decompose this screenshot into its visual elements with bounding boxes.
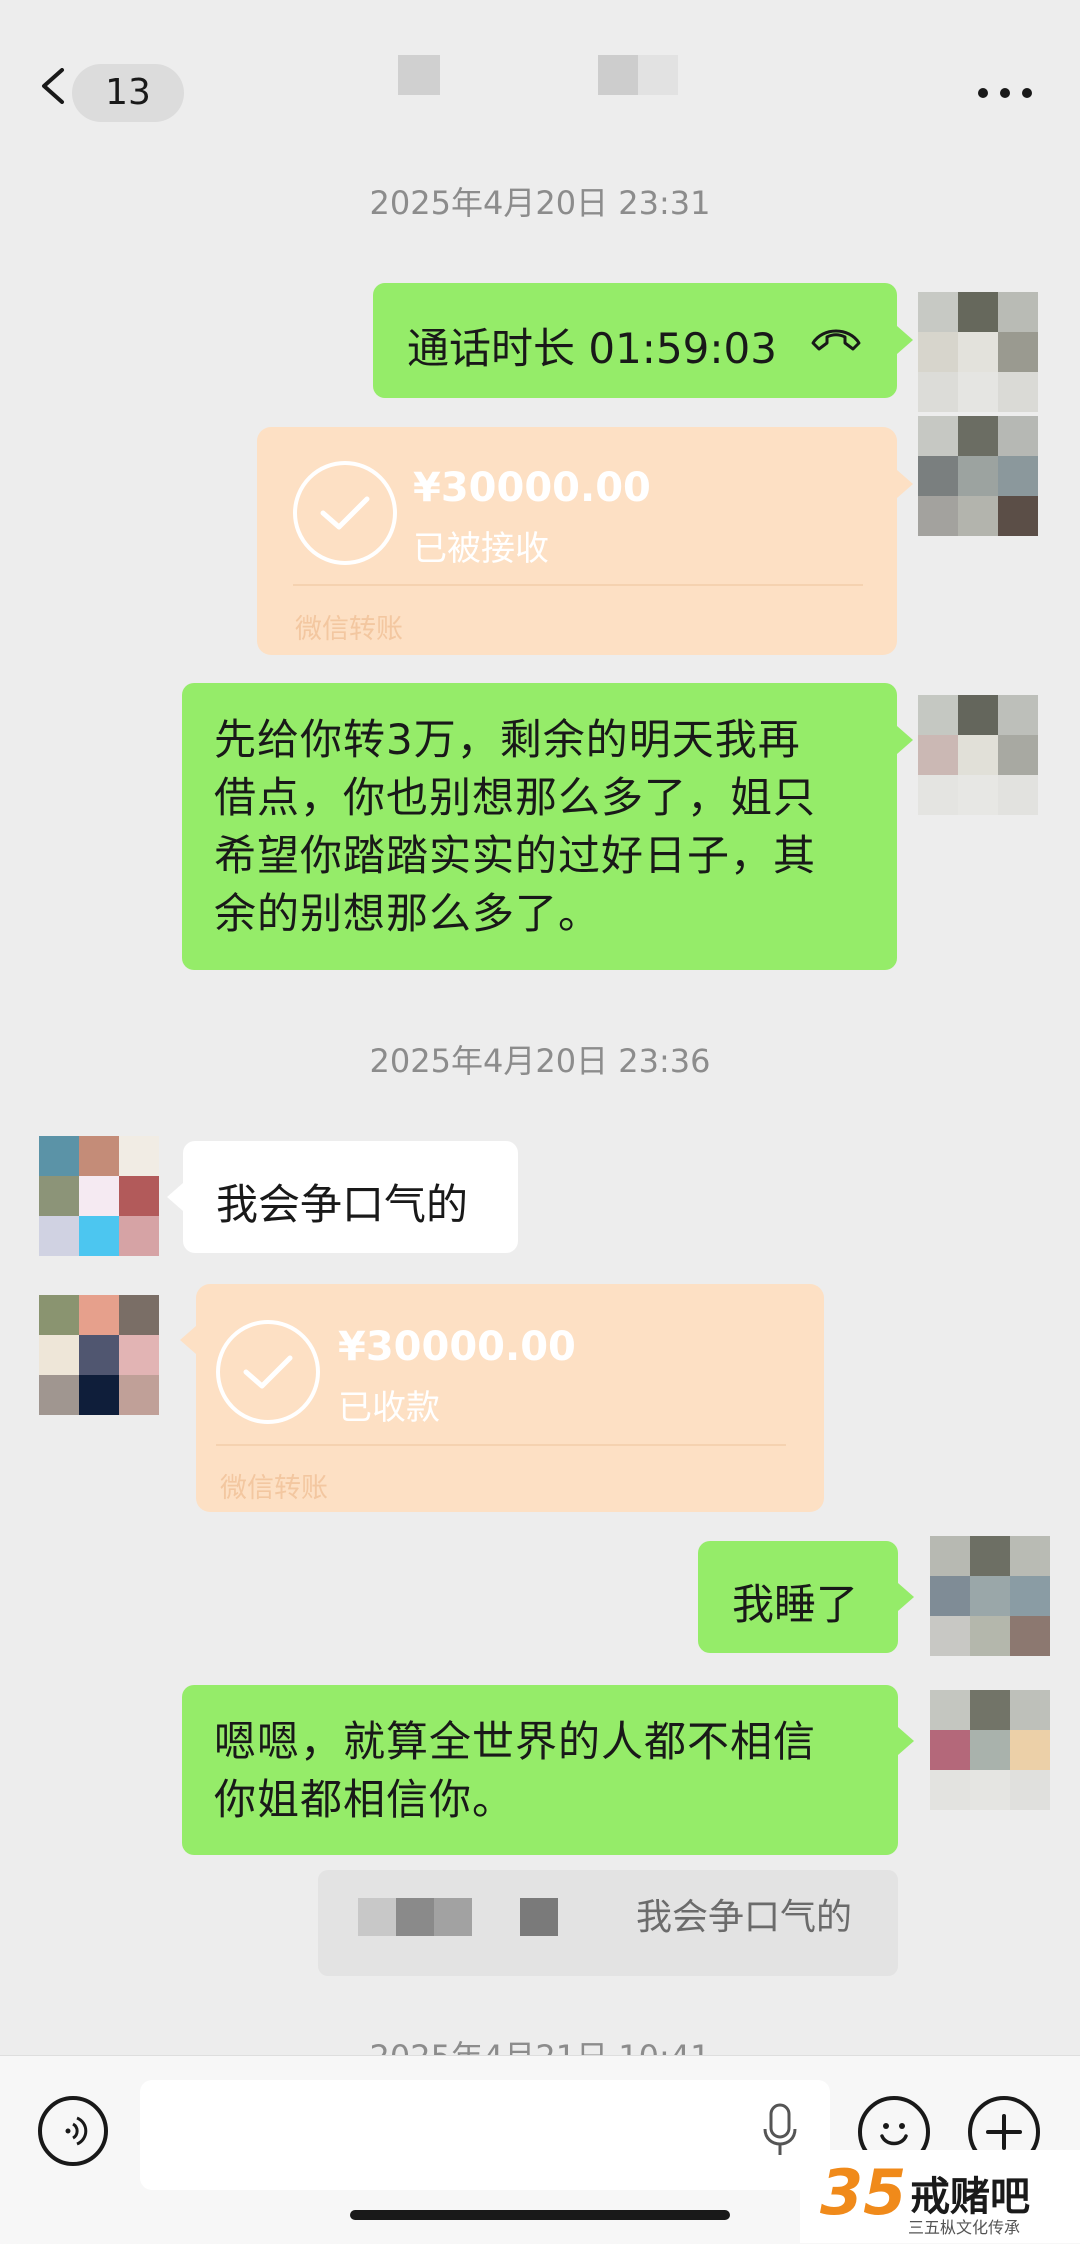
- message-line: 希望你踏踏实实的过好日子，其: [214, 831, 817, 880]
- unread-count-badge: 13: [72, 64, 184, 122]
- quoted-message[interactable]: 我会争口气的: [318, 1870, 898, 1976]
- quote-sender-redacted: [396, 1898, 434, 1936]
- transfer-amount: ¥30000.00: [413, 465, 651, 511]
- bubble-tail: [167, 1183, 183, 1211]
- avatar[interactable]: [930, 1690, 1050, 1810]
- divider: [216, 1444, 786, 1446]
- transfer-card-received[interactable]: ¥30000.00 已收款 微信转账: [196, 1284, 824, 1512]
- avatar[interactable]: [918, 292, 1038, 412]
- transfer-amount: ¥30000.00: [338, 1324, 576, 1370]
- chevron-left-icon: [42, 68, 64, 104]
- transfer-status: 已收款: [338, 1388, 440, 1428]
- smiley-icon: [880, 2123, 908, 2146]
- transfer-label: 微信转账: [220, 1473, 328, 1504]
- phone-hangup-icon: [811, 329, 861, 351]
- message-line: 先给你转3万，剩余的明天我再: [214, 715, 801, 764]
- bubble-tail: [897, 326, 913, 354]
- check-circle-icon: [216, 1320, 320, 1424]
- quote-sender-redacted: [434, 1898, 472, 1936]
- call-duration-text: 通话时长 01:59:03: [407, 324, 777, 373]
- avatar[interactable]: [39, 1295, 159, 1415]
- timestamp: 2025年4月20日 23:36: [369, 1042, 711, 1080]
- bubble-tail: [897, 726, 913, 754]
- transfer-status: 已被接收: [413, 529, 549, 569]
- watermark-logo: 35 戒赌吧 三五枞文化传承: [800, 2150, 1080, 2243]
- message-bubble-outgoing[interactable]: 我睡了: [698, 1541, 898, 1653]
- voice-input-button[interactable]: [38, 2096, 108, 2166]
- home-indicator: [350, 2210, 730, 2220]
- call-record-bubble[interactable]: 通话时长 01:59:03: [373, 283, 897, 398]
- bubble-tail: [898, 1727, 914, 1755]
- message-text: 我睡了: [732, 1580, 859, 1629]
- chat-header: 13: [0, 0, 1080, 160]
- more-dot-icon: [978, 88, 988, 98]
- message-bubble-outgoing[interactable]: 先给你转3万，剩余的明天我再 借点，你也别想那么多了，姐只 希望你踏踏实实的过好…: [182, 683, 897, 970]
- message-line: 余的别想那么多了。: [214, 889, 602, 938]
- check-circle-icon: [293, 461, 397, 565]
- chat-title-redacted: [598, 55, 638, 95]
- quote-sender-redacted: [520, 1898, 558, 1936]
- avatar[interactable]: [930, 1536, 1050, 1656]
- more-dot-icon: [1000, 88, 1010, 98]
- avatar[interactable]: [39, 1136, 159, 1256]
- message-bubble-outgoing[interactable]: 嗯嗯，就算全世界的人都不相信 你姐都相信你。: [182, 1685, 898, 1855]
- quote-text: 我会争口气的: [636, 1897, 853, 1938]
- bubble-tail: [898, 1583, 914, 1611]
- message-input[interactable]: [140, 2080, 830, 2190]
- message-bubble-incoming[interactable]: 我会争口气的: [183, 1141, 518, 1253]
- bubble-tail: [897, 470, 913, 498]
- more-options-button[interactable]: [978, 78, 1038, 108]
- message-text: 先给你转3万，剩余的明天我再 借点，你也别想那么多了，姐只 希望你踏踏实实的过好…: [214, 711, 816, 943]
- back-button[interactable]: 13: [30, 60, 184, 124]
- message-line: 嗯嗯，就算全世界的人都不相信: [214, 1717, 817, 1766]
- microphone-icon[interactable]: [760, 2101, 800, 2161]
- message-line: 借点，你也别想那么多了，姐只: [214, 773, 817, 822]
- message-text: 嗯嗯，就算全世界的人都不相信 你姐都相信你。: [214, 1713, 816, 1829]
- transfer-label: 微信转账: [295, 614, 403, 645]
- message-text: 我会争口气的: [216, 1180, 469, 1229]
- watermark-number: 35: [820, 2156, 907, 2229]
- voice-icon: [65, 2116, 88, 2146]
- chat-title-redacted: [398, 55, 440, 95]
- avatar[interactable]: [918, 416, 1038, 536]
- divider: [293, 584, 863, 586]
- more-dot-icon: [1022, 88, 1032, 98]
- quote-sender-redacted: [358, 1898, 396, 1936]
- watermark-subtitle: 三五枞文化传承: [908, 2218, 1021, 2237]
- avatar[interactable]: [918, 695, 1038, 815]
- timestamp: 2025年4月20日 23:31: [369, 184, 711, 222]
- chat-title-redacted: [638, 55, 678, 95]
- message-line: 你姐都相信你。: [214, 1775, 516, 1824]
- bubble-tail: [180, 1326, 196, 1354]
- transfer-card-sent[interactable]: ¥30000.00 已被接收 微信转账: [257, 427, 897, 655]
- plus-icon: [986, 2114, 1022, 2150]
